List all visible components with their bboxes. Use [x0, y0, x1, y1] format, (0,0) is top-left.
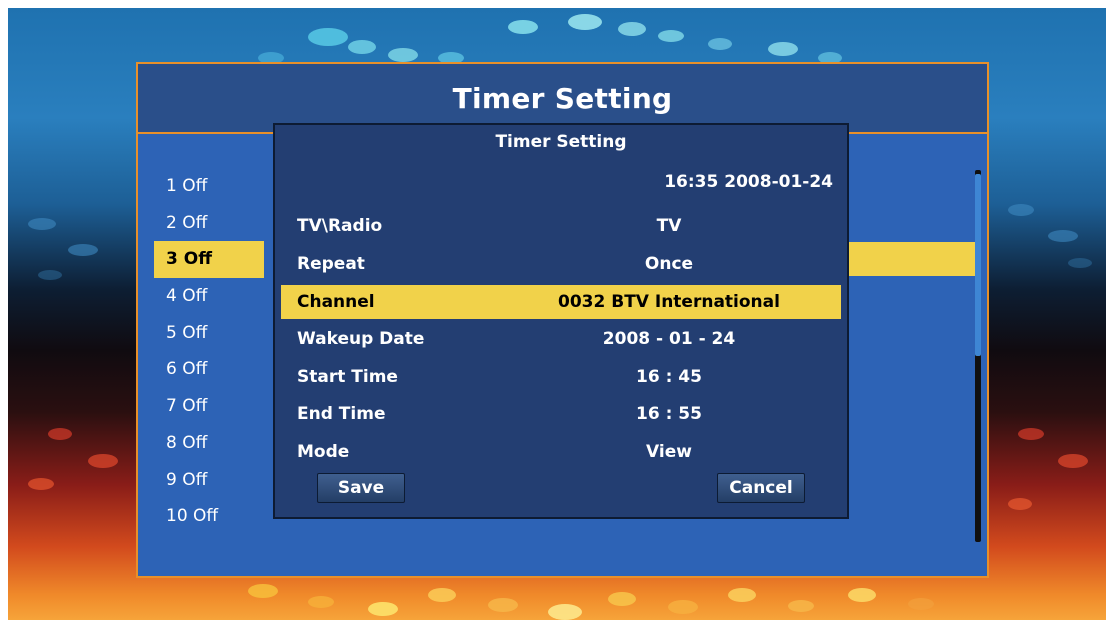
bokeh-dot	[368, 602, 398, 616]
bokeh-dot	[1018, 428, 1044, 440]
bokeh-dot	[68, 244, 98, 256]
field-value: 16 : 45	[636, 367, 702, 387]
bokeh-dot	[28, 218, 56, 230]
bokeh-dot	[508, 20, 538, 34]
field-label: Wakeup Date	[297, 329, 425, 349]
field-value: Once	[644, 254, 694, 274]
bokeh-dot	[548, 604, 582, 620]
field-end-time[interactable]: End Time 16 : 55	[281, 397, 841, 431]
field-label: Repeat	[297, 254, 365, 274]
dialog-title: Timer Setting	[495, 132, 627, 152]
tv-screen: Timer Setting 1 Off 2 Off 3 Off 4 Off 5 …	[8, 8, 1106, 620]
field-label: Mode	[297, 442, 350, 462]
field-value: View	[646, 442, 692, 462]
bokeh-dot	[608, 592, 636, 606]
timer-list-item-6[interactable]: 6 Off	[154, 351, 264, 388]
bokeh-dot	[1058, 454, 1088, 468]
bokeh-dot	[568, 14, 602, 30]
timer-setting-dialog: Timer Setting 16:35 2008-01-24 TV\Radio …	[273, 123, 849, 519]
bokeh-dot	[28, 478, 54, 490]
bokeh-dot	[1008, 204, 1034, 216]
field-value: 16 : 55	[636, 404, 702, 424]
bokeh-dot	[708, 38, 732, 50]
bokeh-dot	[88, 454, 118, 468]
bokeh-dot	[668, 600, 698, 614]
bokeh-dot	[658, 30, 684, 42]
field-label: End Time	[297, 404, 386, 424]
field-label: Start Time	[297, 367, 398, 387]
bokeh-dot	[908, 598, 934, 610]
bokeh-dot	[488, 598, 518, 612]
field-tv-radio[interactable]: TV\Radio TV	[281, 209, 841, 243]
field-value: 2008 - 01 - 24	[602, 329, 736, 349]
timer-list-item-8[interactable]: 8 Off	[154, 425, 264, 462]
bokeh-dot	[1048, 230, 1078, 242]
bokeh-dot	[48, 428, 72, 440]
bokeh-dot	[728, 588, 756, 602]
bokeh-dot	[1068, 258, 1092, 268]
timer-list-item-7[interactable]: 7 Off	[154, 388, 264, 425]
timer-list-item-4[interactable]: 4 Off	[154, 278, 264, 315]
field-label: Channel	[297, 292, 375, 312]
field-label: TV\Radio	[297, 216, 383, 236]
bokeh-dot	[788, 600, 814, 612]
bokeh-dot	[348, 40, 376, 54]
timer-list-item-2[interactable]: 2 Off	[154, 205, 264, 242]
timer-list-item-1[interactable]: 1 Off	[154, 168, 264, 205]
timer-list-item-10[interactable]: 10 Off	[154, 498, 264, 535]
timer-list-item-5[interactable]: 5 Off	[154, 315, 264, 352]
field-repeat[interactable]: Repeat Once	[281, 247, 841, 281]
current-datetime: 16:35 2008-01-24	[664, 172, 833, 192]
bokeh-dot	[248, 584, 278, 598]
bokeh-dot	[1008, 498, 1032, 510]
scrollbar-thumb[interactable]	[975, 174, 981, 356]
scrollbar[interactable]	[975, 170, 981, 542]
field-start-time[interactable]: Start Time 16 : 45	[281, 360, 841, 394]
field-value: TV	[656, 216, 682, 236]
timer-list-item-9[interactable]: 9 Off	[154, 462, 264, 499]
bokeh-dot	[618, 22, 646, 36]
cancel-button[interactable]: Cancel	[717, 473, 805, 503]
bokeh-dot	[848, 588, 876, 602]
bokeh-dot	[388, 48, 418, 62]
save-button[interactable]: Save	[317, 473, 405, 503]
bokeh-dot	[38, 270, 62, 280]
bokeh-dot	[308, 596, 334, 608]
field-channel[interactable]: Channel 0032 BTV International	[281, 285, 841, 319]
field-value: 0032 BTV International	[558, 292, 780, 312]
bokeh-dot	[308, 28, 348, 46]
bokeh-dot	[768, 42, 798, 56]
field-mode[interactable]: Mode View	[281, 435, 841, 469]
timer-list: 1 Off 2 Off 3 Off 4 Off 5 Off 6 Off 7 Of…	[154, 168, 264, 535]
field-wakeup-date[interactable]: Wakeup Date 2008 - 01 - 24	[281, 322, 841, 356]
timer-list-item-3[interactable]: 3 Off	[154, 241, 264, 279]
bokeh-dot	[428, 588, 456, 602]
